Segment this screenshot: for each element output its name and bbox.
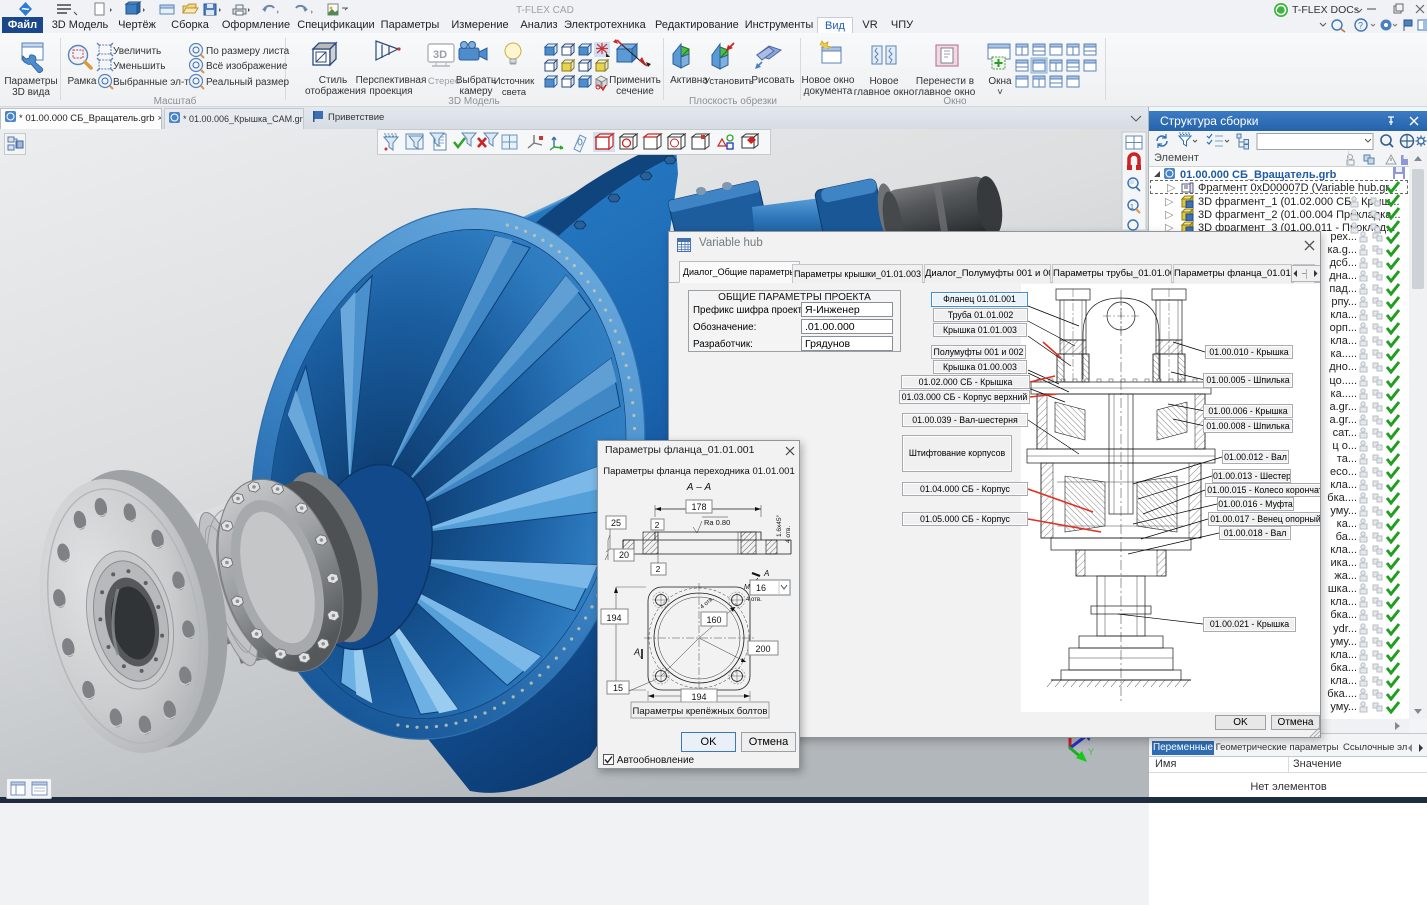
svg-text:1: 1: [1130, 204, 1134, 211]
svg-text:194: 194: [606, 613, 621, 623]
svg-text:?: ?: [1358, 21, 1363, 31]
svg-text:А: А: [763, 569, 769, 578]
svg-text:3D: 3D: [433, 49, 447, 61]
svg-text:Y: Y: [1088, 747, 1094, 757]
svg-text:2: 2: [656, 564, 661, 574]
svg-text:194: 194: [691, 692, 706, 702]
svg-text:160: 160: [706, 615, 721, 625]
svg-text:25: 25: [611, 518, 621, 528]
svg-text:T-FLEX DOCs: T-FLEX DOCs: [1292, 4, 1359, 16]
svg-text:Параметры крепёжных болтов: Параметры крепёжных болтов: [633, 706, 768, 717]
svg-text:T-FLEX CAD: T-FLEX CAD: [516, 5, 574, 16]
svg-text:4 отв.: 4 отв.: [785, 526, 792, 543]
svg-text:Параметры фланца переходника 0: Параметры фланца переходника 01.01.001: [603, 466, 794, 477]
svg-text:M: M: [744, 584, 750, 591]
svg-text:2: 2: [655, 520, 660, 530]
svg-text:А: А: [633, 647, 640, 657]
svg-text:178: 178: [691, 502, 706, 512]
svg-text:Ra 0.80: Ra 0.80: [704, 518, 730, 527]
svg-text:А – А: А – А: [686, 482, 712, 493]
svg-text:1.6x45°: 1.6x45°: [775, 514, 783, 537]
svg-text:15: 15: [613, 683, 623, 693]
svg-text:4 отв.: 4 отв.: [746, 597, 762, 603]
svg-text:16: 16: [756, 583, 766, 593]
svg-text:200: 200: [755, 644, 770, 654]
svg-text:20: 20: [619, 550, 629, 560]
